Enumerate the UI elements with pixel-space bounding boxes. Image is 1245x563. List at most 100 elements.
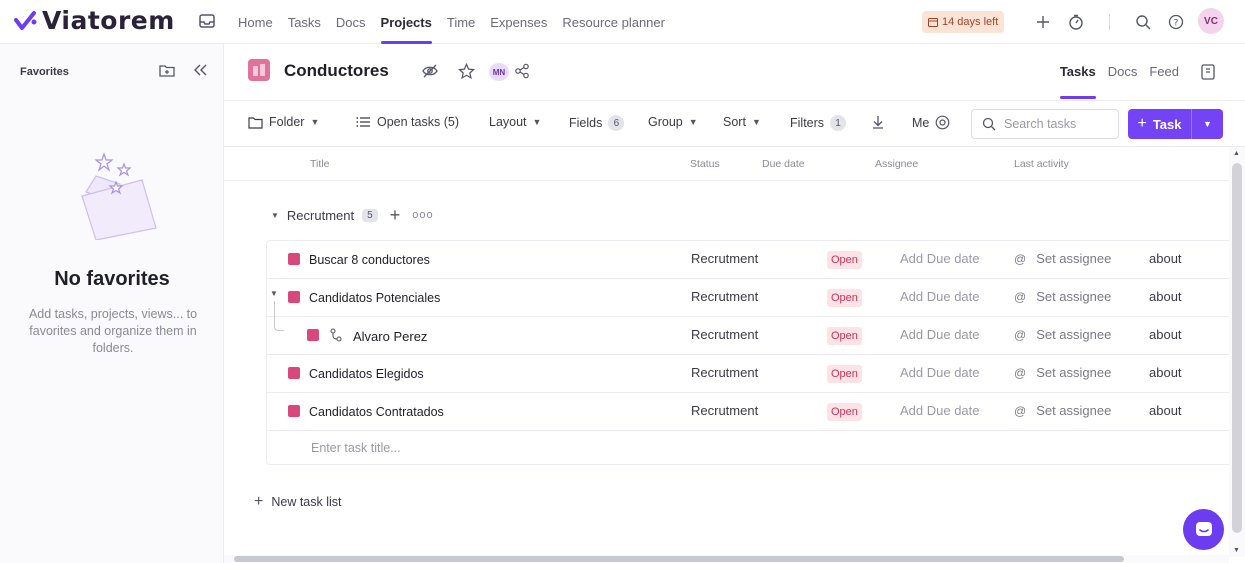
status-badge[interactable]: Open xyxy=(827,251,862,269)
search-tasks-field[interactable] xyxy=(971,109,1119,139)
at-icon: @ xyxy=(1014,327,1027,342)
search-icon[interactable] xyxy=(1131,10,1155,34)
due-date-field[interactable]: Add Due date xyxy=(900,289,980,304)
task-row[interactable]: Buscar 8 conductores Recrutment Open Add… xyxy=(267,241,1230,279)
add-icon[interactable]: + xyxy=(390,205,401,226)
star-icon[interactable] xyxy=(456,61,476,81)
last-activity: about xyxy=(1149,251,1182,266)
assignee-field[interactable]: @ Set assignee xyxy=(1014,251,1111,266)
task-row[interactable]: Candidatos Contratados Recrutment Open A… xyxy=(267,393,1230,431)
nav-home[interactable]: Home xyxy=(238,0,273,44)
timer-icon[interactable] xyxy=(1064,10,1088,34)
empty-state-title: No favorites xyxy=(54,268,170,290)
nav-resource-planner[interactable]: Resource planner xyxy=(562,0,665,44)
scroll-up-icon[interactable]: ▲ xyxy=(1233,150,1240,157)
last-activity: about xyxy=(1149,365,1182,380)
hide-icon[interactable] xyxy=(420,61,440,81)
search-input[interactable] xyxy=(1004,117,1104,131)
status-badge[interactable]: Open xyxy=(827,365,862,383)
horizontal-scrollbar[interactable] xyxy=(224,555,1229,563)
filters-button[interactable]: Filters 1 xyxy=(790,115,847,131)
task-status[interactable]: Recrutment xyxy=(691,365,758,380)
new-task-list-button[interactable]: + New task list xyxy=(254,493,342,511)
task-row[interactable]: ▼ Candidatos Potenciales Recrutment Open… xyxy=(267,279,1230,331)
subtask-row[interactable]: Alvaro Perez Recrutment Open Add Due dat… xyxy=(267,317,1230,355)
project-title[interactable]: Conductores xyxy=(284,61,389,81)
logo[interactable]: Viatorem xyxy=(14,6,175,35)
nav-projects[interactable]: Projects xyxy=(380,0,433,44)
column-headers: Title Status Due date Assignee Last acti… xyxy=(224,147,1229,181)
folder-dropdown[interactable]: Folder ▼ xyxy=(248,115,319,129)
task-name[interactable]: Candidatos Contratados xyxy=(309,405,444,419)
nav-docs[interactable]: Docs xyxy=(336,0,366,44)
nav-tasks[interactable]: Tasks xyxy=(288,0,321,44)
task-status[interactable]: Recrutment xyxy=(691,327,758,342)
task-name[interactable]: Alvaro Perez xyxy=(353,329,427,344)
inbox-icon[interactable] xyxy=(198,12,216,30)
expand-subtasks-icon[interactable]: ▼ xyxy=(270,289,278,298)
add-task-main[interactable]: + Task xyxy=(1128,109,1192,139)
user-avatar[interactable]: VC xyxy=(1198,8,1224,34)
status-badge[interactable]: Open xyxy=(827,403,862,421)
collapse-sidebar-icon[interactable] xyxy=(191,61,209,79)
at-icon: @ xyxy=(1014,365,1027,380)
tab-tasks[interactable]: Tasks xyxy=(1059,44,1096,99)
add-task-button[interactable]: + Task ▼ xyxy=(1128,109,1223,139)
due-date-field[interactable]: Add Due date xyxy=(900,365,980,380)
assignee-field[interactable]: @ Set assignee xyxy=(1014,327,1111,342)
task-status[interactable]: Recrutment xyxy=(691,251,758,266)
col-title[interactable]: Title xyxy=(310,158,329,170)
scroll-down-icon[interactable]: ▼ xyxy=(1233,547,1240,554)
help-icon[interactable]: ? xyxy=(1164,10,1188,34)
task-name[interactable]: Candidatos Elegidos xyxy=(309,367,424,381)
chevron-down-icon: ▼ xyxy=(1203,119,1212,129)
due-date-field[interactable]: Add Due date xyxy=(900,403,980,418)
share-icon[interactable] xyxy=(512,61,532,81)
vertical-scrollbar[interactable]: ▲ ▼ xyxy=(1229,147,1245,557)
me-filter[interactable]: Me xyxy=(912,115,950,130)
chat-support-button[interactable] xyxy=(1183,509,1224,550)
nav-expenses[interactable]: Expenses xyxy=(490,0,547,44)
assignee-field[interactable]: @ Set assignee xyxy=(1014,365,1111,380)
chevron-down-icon: ▼ xyxy=(688,117,698,127)
status-badge[interactable]: Open xyxy=(827,327,862,345)
more-icon[interactable]: ooo xyxy=(412,209,433,221)
assignee-label: Set assignee xyxy=(1036,251,1112,266)
new-task-input[interactable]: Enter task title... xyxy=(311,441,401,455)
status-badge[interactable]: Open xyxy=(827,289,862,307)
calendar-icon xyxy=(928,18,938,27)
nav-time[interactable]: Time xyxy=(447,0,475,44)
sort-dropdown[interactable]: Sort ▼ xyxy=(723,115,761,129)
download-icon[interactable] xyxy=(871,115,885,129)
trial-badge[interactable]: 14 days left xyxy=(922,11,1005,33)
task-name[interactable]: Buscar 8 conductores xyxy=(309,253,430,267)
task-name[interactable]: Candidatos Potenciales xyxy=(309,291,440,305)
group-name[interactable]: Recrutment xyxy=(287,208,354,223)
col-due-date[interactable]: Due date xyxy=(762,158,805,170)
col-assignee[interactable]: Assignee xyxy=(875,158,918,170)
scroll-thumb[interactable] xyxy=(234,556,1124,562)
due-date-field[interactable]: Add Due date xyxy=(900,327,980,342)
add-icon[interactable] xyxy=(1031,10,1055,34)
task-status[interactable]: Recrutment xyxy=(691,289,758,304)
open-tasks-filter[interactable]: Open tasks (5) xyxy=(356,115,459,129)
panel-layout-icon[interactable] xyxy=(1199,63,1217,81)
col-status[interactable]: Status xyxy=(690,158,720,170)
scroll-thumb[interactable] xyxy=(1232,163,1242,533)
list-icon xyxy=(356,117,370,127)
new-folder-icon[interactable] xyxy=(158,62,176,80)
tab-feed[interactable]: Feed xyxy=(1149,44,1179,99)
collapse-caret-icon[interactable]: ▼ xyxy=(271,211,279,220)
task-row[interactable]: Candidatos Elegidos Recrutment Open Add … xyxy=(267,355,1230,393)
group-dropdown[interactable]: Group ▼ xyxy=(648,115,698,129)
fields-button[interactable]: Fields 6 xyxy=(569,115,625,131)
col-last-activity[interactable]: Last activity xyxy=(1014,158,1069,170)
assignee-field[interactable]: @ Set assignee xyxy=(1014,289,1111,304)
due-date-field[interactable]: Add Due date xyxy=(900,251,980,266)
assignee-field[interactable]: @ Set assignee xyxy=(1014,403,1111,418)
add-task-dropdown[interactable]: ▼ xyxy=(1192,109,1223,139)
member-avatar[interactable]: MN xyxy=(489,63,509,81)
layout-dropdown[interactable]: Layout ▼ xyxy=(489,115,541,129)
task-status[interactable]: Recrutment xyxy=(691,403,758,418)
tab-docs[interactable]: Docs xyxy=(1108,44,1138,99)
